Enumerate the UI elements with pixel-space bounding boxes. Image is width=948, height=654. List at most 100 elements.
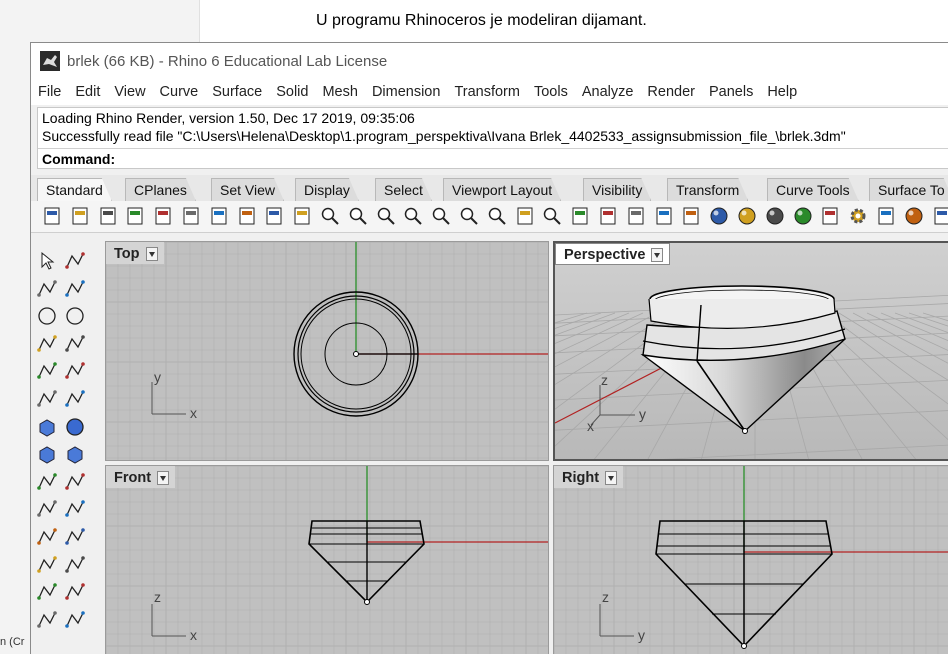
mesh-icon[interactable] [63, 442, 87, 466]
point-icon[interactable] [63, 249, 87, 273]
tab-surface-to[interactable]: Surface To [869, 178, 948, 201]
tab-set-view[interactable]: Set View [211, 178, 284, 201]
viewport-front[interactable]: z x Front [105, 465, 549, 654]
box-icon[interactable] [35, 415, 59, 439]
shaded-sphere-icon[interactable] [764, 205, 786, 227]
object-snap-icon[interactable] [597, 205, 619, 227]
menu-file[interactable]: File [38, 84, 61, 100]
camera-icon[interactable] [514, 205, 536, 227]
spotlight-icon[interactable] [819, 205, 841, 227]
tab-cplanes[interactable]: CPlanes [125, 178, 196, 201]
grasshopper-icon[interactable] [875, 205, 897, 227]
fillet-curve-icon[interactable] [63, 359, 87, 383]
menu-dimension[interactable]: Dimension [372, 84, 441, 100]
viewport-label-perspective[interactable]: Perspective [555, 243, 671, 265]
text-icon[interactable] [35, 580, 59, 604]
viewport-menu-arrow-icon[interactable] [651, 248, 664, 262]
polygon-icon[interactable] [35, 359, 59, 383]
viewport-label-right[interactable]: Right [554, 466, 624, 488]
viewport-menu-arrow-icon[interactable] [145, 247, 158, 261]
loft-icon[interactable] [63, 387, 87, 411]
zoom-window-icon[interactable] [375, 205, 397, 227]
menu-mesh[interactable]: Mesh [322, 84, 357, 100]
polyline-icon[interactable] [35, 277, 59, 301]
tab-viewport-layout[interactable]: Viewport Layout [443, 178, 561, 201]
rectangle-icon[interactable] [63, 332, 87, 356]
extract-icon[interactable] [63, 608, 87, 632]
import-icon[interactable] [152, 205, 174, 227]
tab-curve-tools[interactable]: Curve Tools [767, 178, 859, 201]
circle-icon[interactable] [35, 304, 59, 328]
viewport-label-top[interactable]: Top [106, 242, 164, 264]
move-icon[interactable] [35, 553, 59, 577]
copy-icon[interactable] [208, 205, 230, 227]
viewport-label-front[interactable]: Front [106, 466, 176, 488]
cut-icon[interactable] [180, 205, 202, 227]
arc-icon[interactable] [35, 332, 59, 356]
menu-tools[interactable]: Tools [534, 84, 568, 100]
surface-corner-icon[interactable] [35, 387, 59, 411]
cylinder-icon[interactable] [35, 442, 59, 466]
help-icon[interactable] [931, 205, 948, 227]
render-sphere-icon[interactable] [736, 205, 758, 227]
perspective-view-canvas[interactable]: z y x [555, 243, 948, 461]
zoom-selected-icon[interactable] [430, 205, 452, 227]
new-icon[interactable] [41, 205, 63, 227]
lock-icon[interactable] [653, 205, 675, 227]
globe-icon[interactable] [903, 205, 925, 227]
viewport-right[interactable]: z y Right [553, 465, 948, 654]
tab-display[interactable]: Display [295, 178, 359, 201]
menu-transform[interactable]: Transform [454, 84, 520, 100]
menu-solid[interactable]: Solid [276, 84, 308, 100]
layers-icon[interactable] [680, 205, 702, 227]
group-icon[interactable] [35, 608, 59, 632]
viewport-menu-arrow-icon[interactable] [605, 471, 618, 485]
right-view-canvas[interactable]: z y [554, 466, 948, 654]
select-arrow-icon[interactable] [35, 249, 59, 273]
tab-select[interactable]: Select [375, 178, 432, 201]
menu-analyze[interactable]: Analyze [582, 84, 634, 100]
light-icon[interactable] [625, 205, 647, 227]
viewport-perspective[interactable]: z y x Perspective [553, 241, 948, 461]
rotate-icon[interactable] [63, 553, 87, 577]
undo-view-icon[interactable] [458, 205, 480, 227]
taskbar-item[interactable]: n (Cr [0, 636, 30, 654]
curve-points-icon[interactable] [63, 277, 87, 301]
construction-plane-icon[interactable] [569, 205, 591, 227]
menu-render[interactable]: Render [647, 84, 695, 100]
menu-view[interactable]: View [114, 84, 145, 100]
pan-icon[interactable] [291, 205, 313, 227]
menu-curve[interactable]: Curve [160, 84, 199, 100]
options-gear-icon[interactable] [847, 205, 869, 227]
split-icon[interactable] [63, 470, 87, 494]
viewport-top[interactable]: y x Top [105, 241, 549, 461]
zoom-dynamic-icon[interactable] [347, 205, 369, 227]
title-bar[interactable]: brlek (66 KB) - Rhino 6 Educational Lab … [31, 43, 948, 79]
sphere-icon[interactable] [63, 415, 87, 439]
menu-panels[interactable]: Panels [709, 84, 753, 100]
ellipse-icon[interactable] [63, 304, 87, 328]
zoom-extents-icon[interactable] [402, 205, 424, 227]
top-view-canvas[interactable]: y x [106, 242, 549, 461]
viewport-layout-icon[interactable] [486, 205, 508, 227]
dimension-icon[interactable] [63, 580, 87, 604]
open-icon[interactable] [69, 205, 91, 227]
boolean-union-icon[interactable] [35, 525, 59, 549]
print-icon[interactable] [124, 205, 146, 227]
menu-surface[interactable]: Surface [212, 84, 262, 100]
command-area[interactable]: Loading Rhino Render, version 1.50, Dec … [37, 107, 948, 169]
paste-icon[interactable] [236, 205, 258, 227]
array-icon[interactable] [63, 525, 87, 549]
extend-icon[interactable] [63, 497, 87, 521]
menu-help[interactable]: Help [767, 84, 797, 100]
rotate-view-icon[interactable] [319, 205, 341, 227]
tab-standard[interactable]: Standard [37, 178, 112, 201]
trim-icon[interactable] [35, 497, 59, 521]
rendered-sphere-icon[interactable] [792, 205, 814, 227]
save-icon[interactable] [97, 205, 119, 227]
tab-visibility[interactable]: Visibility [583, 178, 651, 201]
viewport-menu-arrow-icon[interactable] [157, 471, 170, 485]
command-prompt[interactable]: Command: [42, 151, 115, 167]
undo-icon[interactable] [263, 205, 285, 227]
explode-icon[interactable] [35, 470, 59, 494]
